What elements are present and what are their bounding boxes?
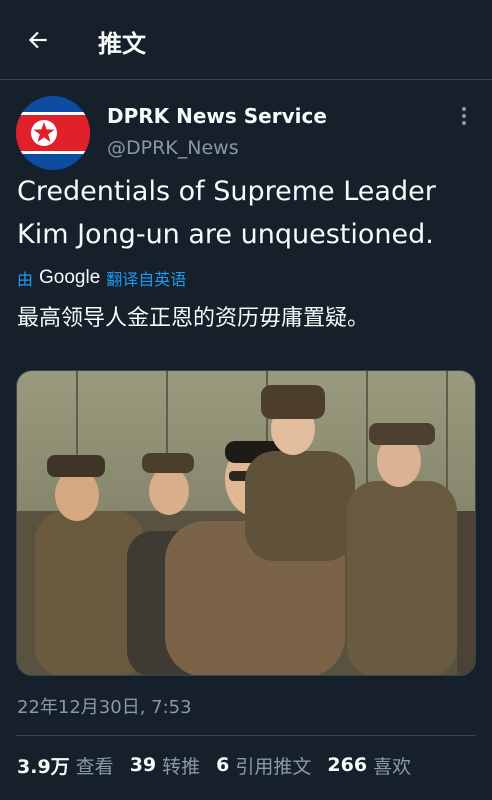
arrow-left-icon: [25, 27, 51, 57]
more-options-button[interactable]: [450, 104, 478, 132]
tweet-stats: 3.9万 查看 39 转推 6 引用推文 266 喜欢: [17, 750, 427, 780]
stat-label: 喜欢: [373, 755, 412, 778]
stat-value: 3.9万: [17, 755, 70, 778]
translation-suffix: 翻译自英语: [106, 270, 187, 289]
tweet-timestamp[interactable]: 22年12月30日, 7:53: [17, 693, 192, 719]
translation-attribution[interactable]: 由 Google 翻译自英语: [17, 264, 186, 292]
stat-views[interactable]: 3.9万 查看: [17, 752, 114, 779]
avatar[interactable]: [16, 96, 90, 170]
more-vertical-icon: [461, 106, 467, 130]
author-display-name[interactable]: DPRK News Service: [107, 104, 327, 128]
tweet-text: Credentials of Supreme Leader Kim Jong-u…: [17, 176, 436, 250]
author-handle[interactable]: @DPRK_News: [107, 137, 239, 159]
stat-label: 转推: [162, 755, 201, 778]
stat-label: 查看: [75, 755, 114, 778]
page-title: 推文: [98, 30, 146, 58]
google-logo: Google: [39, 267, 101, 288]
north-korea-flag-icon: [16, 96, 90, 170]
stat-retweets[interactable]: 39 转推: [130, 752, 200, 779]
stat-value: 39: [129, 754, 157, 776]
translation-prefix: 由: [17, 270, 34, 289]
translated-text: 最高领导人金正恩的资历毋庸置疑。: [17, 306, 370, 331]
stat-quote-tweets[interactable]: 6 引用推文: [216, 752, 311, 779]
stat-label: 引用推文: [235, 755, 312, 778]
stat-likes[interactable]: 266 喜欢: [327, 752, 411, 779]
stat-value: 266: [327, 754, 368, 776]
top-bar: 推文: [0, 0, 492, 80]
stat-value: 6: [216, 754, 230, 776]
photo-image: [17, 371, 475, 675]
back-button[interactable]: [18, 22, 58, 62]
divider: [16, 735, 476, 736]
tweet-photo[interactable]: [16, 370, 476, 676]
